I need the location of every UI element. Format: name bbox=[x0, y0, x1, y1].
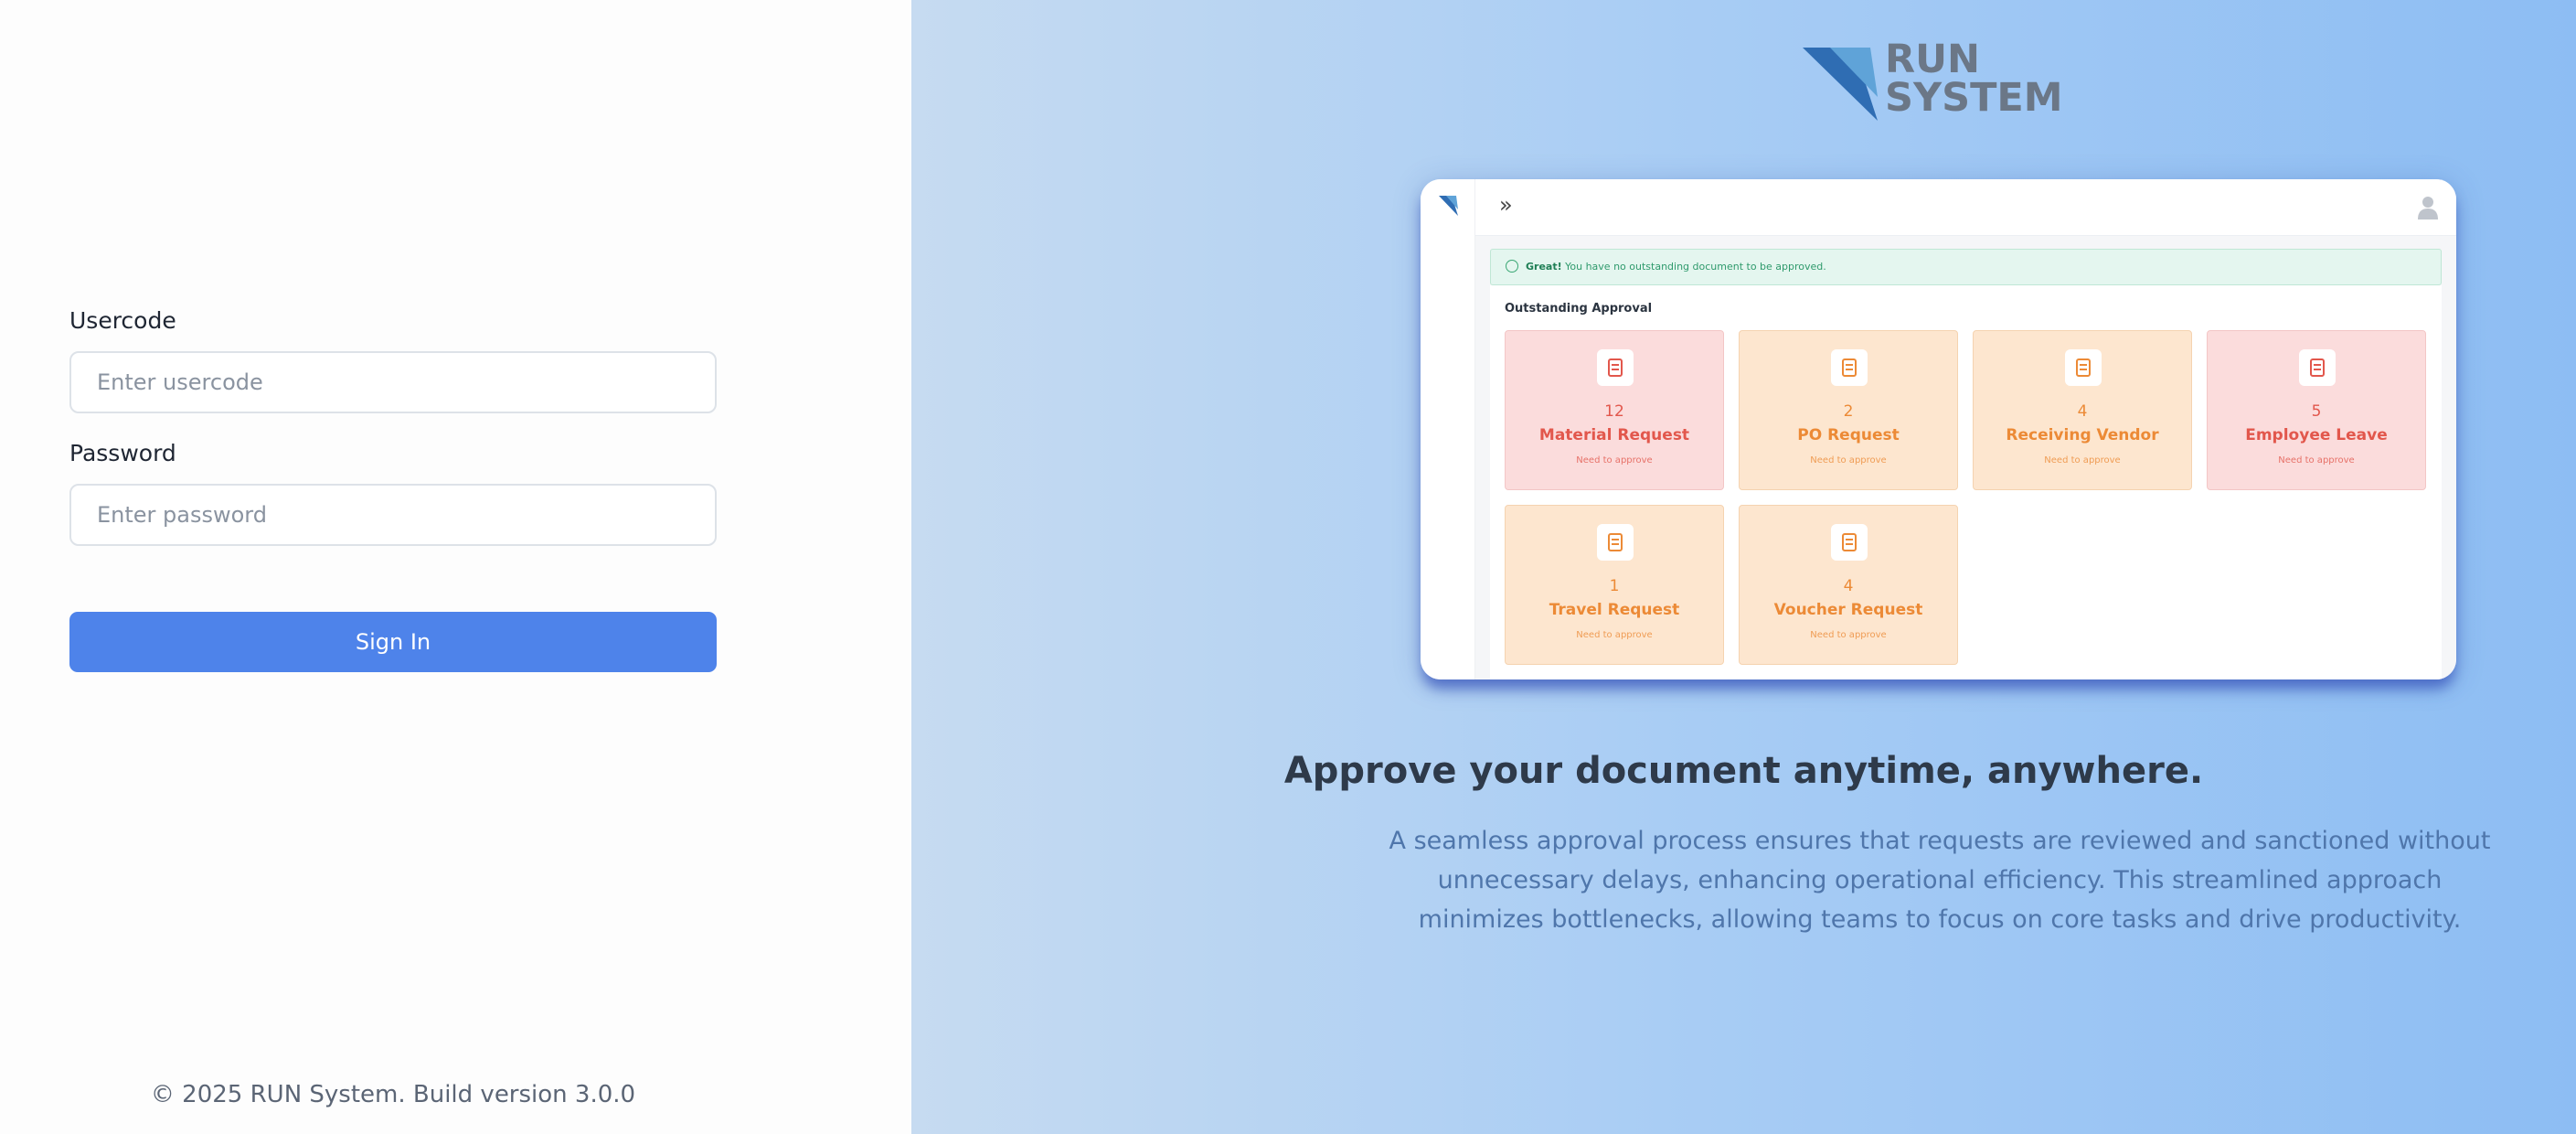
check-circle-icon bbox=[1506, 260, 1518, 273]
preview-logo-icon bbox=[1439, 196, 1458, 216]
card-subtitle: Need to approve bbox=[1810, 455, 1887, 465]
card-subtitle: Need to approve bbox=[2278, 455, 2355, 465]
brand-line-1: RUN bbox=[1885, 37, 1981, 82]
brand-line-2: SYSTEM bbox=[1885, 75, 2063, 121]
document-icon bbox=[2299, 349, 2336, 386]
card-title: PO Request bbox=[1797, 426, 1900, 444]
card-employee-leave: 5 Employee Leave Need to approve bbox=[2207, 330, 2426, 490]
brand-mark-icon bbox=[1803, 48, 1878, 121]
card-subtitle: Need to approve bbox=[1576, 630, 1653, 640]
promo-headline: Approve your document anytime, anywhere. bbox=[1283, 750, 2204, 792]
password-label: Password bbox=[69, 440, 176, 466]
document-icon bbox=[1597, 349, 1634, 386]
card-title: Material Request bbox=[1538, 426, 1690, 444]
brand-wordmark: RUN SYSTEM bbox=[1885, 37, 2063, 121]
card-travel-request: 1 Travel Request Need to approve bbox=[1505, 505, 1724, 665]
preview-sidebar bbox=[1421, 179, 1475, 679]
usercode-input[interactable] bbox=[69, 351, 717, 413]
card-material-request: 12 Material Request Need to approve bbox=[1505, 330, 1724, 490]
success-alert: Great! You have no outstanding document … bbox=[1490, 249, 2442, 285]
card-receiving-vendor: 4 Receiving Vendor Need to approve bbox=[1973, 330, 2192, 490]
card-title: Travel Request bbox=[1549, 601, 1680, 619]
usercode-label: Usercode bbox=[69, 307, 176, 334]
section-title: Outstanding Approval bbox=[1505, 302, 1653, 316]
preview-topbar: » bbox=[1475, 179, 2456, 236]
copyright-footer: © 2025 RUN System. Build version 3.0.0 bbox=[150, 1081, 636, 1108]
alert-text: You have no outstanding document to be a… bbox=[1565, 261, 1826, 273]
card-count: 5 bbox=[2311, 402, 2322, 421]
app-preview-screenshot: » Great! You have no outstanding documen… bbox=[1421, 179, 2456, 679]
promo-description: A seamless approval process ensures that… bbox=[1389, 827, 2491, 934]
card-title: Employee Leave bbox=[2245, 426, 2388, 444]
preview-content: Great! You have no outstanding document … bbox=[1475, 236, 2456, 679]
card-count: 12 bbox=[1604, 402, 1624, 421]
sign-in-button[interactable]: Sign In bbox=[69, 612, 717, 672]
brand-logo: RUN SYSTEM bbox=[1803, 40, 2077, 123]
card-subtitle: Need to approve bbox=[1576, 455, 1653, 465]
password-input[interactable] bbox=[69, 484, 717, 546]
user-icon bbox=[2418, 197, 2438, 219]
card-count: 1 bbox=[1609, 577, 1620, 595]
promo-panel: RUN SYSTEM » Great! You have no outstand… bbox=[911, 0, 2576, 1134]
card-count: 2 bbox=[1843, 402, 1854, 421]
login-panel: Usercode Password Sign In © 2025 RUN Sys… bbox=[0, 0, 911, 1134]
card-subtitle: Need to approve bbox=[2044, 455, 2121, 465]
card-subtitle: Need to approve bbox=[1810, 630, 1887, 640]
document-icon bbox=[1831, 349, 1868, 386]
document-icon bbox=[1597, 524, 1634, 561]
card-po-request: 2 PO Request Need to approve bbox=[1739, 330, 1958, 490]
card-count: 4 bbox=[2077, 402, 2088, 421]
alert-strong: Great! bbox=[1526, 261, 1562, 273]
outstanding-approval-section: Outstanding Approval 12 Material Request… bbox=[1490, 285, 2442, 679]
card-voucher-request: 4 Voucher Request Need to approve bbox=[1739, 505, 1958, 665]
document-icon bbox=[1831, 524, 1868, 561]
document-icon bbox=[2065, 349, 2102, 386]
expand-sidebar-icon: » bbox=[1499, 192, 1513, 218]
card-title: Receiving Vendor bbox=[2006, 426, 2159, 444]
card-title: Voucher Request bbox=[1773, 601, 1923, 619]
card-count: 4 bbox=[1843, 577, 1854, 595]
